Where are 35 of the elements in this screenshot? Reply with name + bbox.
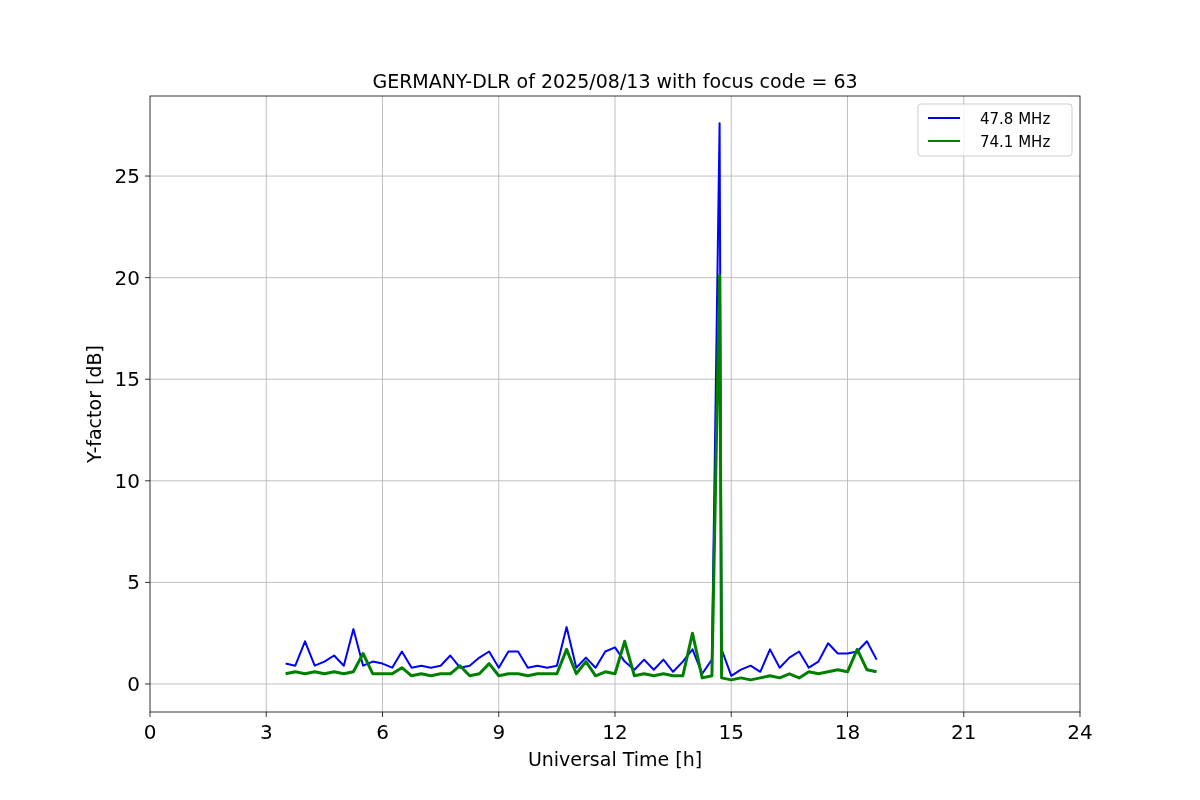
tick-mark [847, 711, 848, 718]
tick-mark [265, 711, 267, 718]
y-tick-label: 25 [114, 164, 140, 189]
tick-mark [1079, 711, 1081, 718]
y-axis-label: Y-factor [dB] [83, 345, 105, 463]
x-tick-label: 12 [602, 720, 628, 744]
tick-mark [144, 175, 151, 177]
x-tick-label: 3 [259, 720, 273, 744]
x-tick-label: 0 [143, 720, 157, 744]
x-tick-label: 21 [951, 720, 977, 744]
x-axis-label: Universal Time [h] [527, 748, 703, 770]
x-tick-label: 6 [376, 720, 389, 744]
tick-mark [144, 378, 151, 380]
y-tick-label: 20 [114, 265, 140, 290]
x-tick-label: 24 [1067, 720, 1093, 744]
chart-title: GERMANY-DLR of 2025/08/13 with focus code = 63 [372, 70, 858, 92]
tick-mark [149, 711, 151, 718]
tick-mark [730, 711, 732, 718]
tick-mark [614, 711, 616, 718]
x-tick-label: 18 [834, 720, 861, 744]
tick-mark [963, 711, 965, 718]
x-tick-label: 15 [718, 720, 744, 744]
tick-mark [144, 480, 151, 482]
legend-label: 74.1 MHz [980, 133, 1051, 151]
tick-mark [144, 277, 151, 279]
y-tick-label: 5 [127, 570, 140, 595]
x-tick-label: 9 [492, 720, 506, 744]
y-tick-label: 15 [114, 367, 140, 392]
legend-label: 47.8 MHz [980, 110, 1051, 128]
y-tick-label: 10 [114, 468, 140, 493]
tick-mark [382, 711, 383, 718]
tick-mark [498, 711, 500, 718]
tick-mark [144, 683, 151, 685]
tick-mark [144, 582, 151, 583]
y-tick-label: 0 [127, 671, 140, 696]
